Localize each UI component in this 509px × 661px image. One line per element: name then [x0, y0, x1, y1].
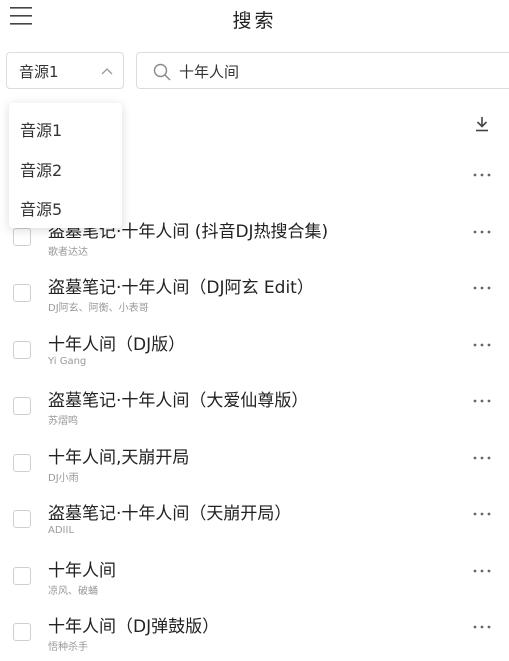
source-dropdown-menu: 音源1 音源2 音源5 [9, 103, 122, 228]
song-title: 十年人间,天崩开局 [48, 447, 190, 468]
more-options-icon[interactable] [470, 566, 494, 576]
more-options-icon[interactable] [470, 283, 494, 293]
song-checkbox[interactable] [13, 510, 31, 528]
more-options-icon[interactable] [470, 227, 494, 237]
more-options-icon[interactable] [470, 396, 494, 406]
song-title: 十年人间（DJ版） [48, 334, 186, 355]
song-artist: 苏熠鸣 [48, 416, 78, 427]
song-row[interactable]: 十年人间（DJ版） Yi Gang [0, 322, 509, 379]
song-row[interactable]: 盗墓笔记·十年人间（DJ阿玄 Edit） DJ阿玄、阿衡、小表哥 [0, 265, 509, 322]
song-title: 盗墓笔记·十年人间（大爱仙尊版） [48, 391, 309, 411]
song-artist: DJ小雨 [48, 472, 79, 484]
song-checkbox[interactable] [13, 397, 31, 415]
source-option[interactable]: 音源1 [20, 117, 62, 141]
song-artist: Yi Gang [48, 355, 87, 367]
song-row[interactable]: 盗墓笔记·十年人间（大爱仙尊版） 苏熠鸣 [0, 378, 509, 435]
song-artist: 歌者达达 [48, 246, 88, 258]
song-artist: DJ阿玄、阿衡、小表哥 [48, 303, 149, 314]
more-options-icon[interactable] [470, 170, 494, 180]
song-title: 十年人间 [48, 560, 116, 581]
page-title: 搜索 [232, 10, 277, 32]
chevron-up-icon [101, 68, 113, 75]
more-options-icon[interactable] [470, 453, 494, 463]
song-checkbox[interactable] [13, 284, 31, 302]
song-checkbox[interactable] [13, 453, 31, 472]
song-title: 十年人间（DJ弹鼓版） [48, 617, 220, 637]
more-options-icon[interactable] [470, 622, 494, 632]
source-option[interactable]: 音源2 [20, 157, 62, 181]
download-icon[interactable] [474, 116, 490, 132]
song-checkbox[interactable] [13, 566, 31, 585]
source-select[interactable]: 音源1 [6, 52, 124, 89]
song-list: 十年人间码盗墓笔记·十年人间 (抖音DJ热搜合集)歌者达达盗墓笔记·十年人间（D… [0, 152, 509, 661]
song-checkbox[interactable] [13, 227, 31, 246]
song-row[interactable]: 十年人间（DJ弹鼓版） 悟种杀手 [0, 604, 509, 661]
search-box[interactable] [136, 52, 509, 89]
song-row[interactable]: 十年人间 凉风、破蛹 [0, 548, 509, 605]
song-title: 盗墓笔记·十年人间（DJ阿玄 Edit） [48, 278, 314, 298]
song-checkbox[interactable] [13, 623, 31, 641]
song-row[interactable]: 十年人间,天崩开局 DJ小雨 [0, 435, 509, 492]
song-title: 盗墓笔记·十年人间（天崩开局） [48, 504, 292, 524]
search-input[interactable] [179, 59, 479, 83]
app-header: 搜索 [0, 0, 509, 40]
song-row[interactable]: 盗墓笔记·十年人间（天崩开局） ADIIL [0, 491, 509, 548]
song-checkbox[interactable] [13, 340, 31, 359]
more-options-icon[interactable] [470, 509, 494, 519]
song-artist: ADIIL [48, 525, 75, 536]
more-options-icon[interactable] [470, 340, 494, 350]
source-option[interactable]: 音源5 [20, 196, 62, 220]
search-icon [153, 63, 171, 81]
source-select-value: 音源1 [19, 63, 59, 81]
song-artist: 凉风、破蛹 [48, 585, 98, 597]
